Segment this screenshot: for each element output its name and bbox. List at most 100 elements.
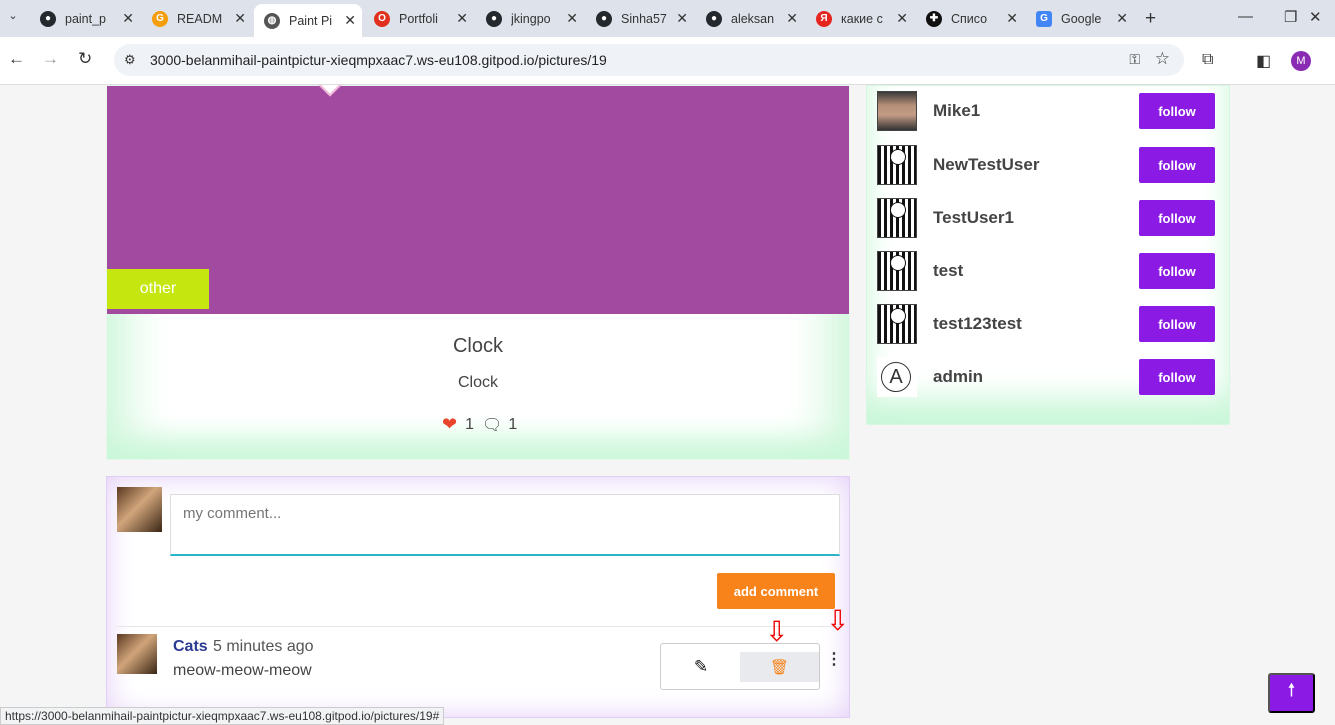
minimize-icon[interactable]: —: [1238, 8, 1253, 25]
user-name[interactable]: admin: [933, 367, 983, 387]
comment-author[interactable]: Cats: [173, 638, 208, 656]
tab-label: aleksan: [731, 11, 775, 26]
plus-circle-icon: ✚: [926, 10, 942, 27]
restore-icon[interactable]: ❐: [1284, 8, 1297, 26]
comment-input[interactable]: [170, 494, 840, 556]
browser-tab[interactable]: Я какие с ✕: [806, 4, 914, 33]
picture-image[interactable]: other: [107, 85, 849, 314]
picture-stats: ❤ 1 🗨 1: [442, 414, 517, 435]
tab-label: READM: [177, 11, 223, 26]
user-name[interactable]: TestUser1: [933, 208, 1014, 228]
user-name[interactable]: test123test: [933, 314, 1022, 334]
profile-avatar[interactable]: M: [1291, 51, 1311, 71]
user-row: TestUser1 follow: [877, 197, 1217, 239]
user-name[interactable]: NewTestUser: [933, 155, 1039, 175]
browser-tab-active[interactable]: ◍ Paint Pi ✕: [254, 4, 362, 37]
user-name[interactable]: Mike1: [933, 101, 980, 121]
key-icon[interactable]: ⚿: [1129, 51, 1140, 68]
close-icon[interactable]: ✕: [896, 10, 908, 27]
category-badge[interactable]: other: [107, 269, 209, 309]
close-icon[interactable]: ✕: [566, 10, 578, 27]
comments-count: 1: [508, 415, 518, 433]
tab-label: какие с: [841, 11, 883, 26]
user-row: test123test follow: [877, 303, 1217, 345]
address-bar[interactable]: ⚙ 3000-belanmihail-paintpictur-xieqmpxaa…: [114, 44, 1184, 76]
browser-tab[interactable]: O Portfoli ✕: [364, 4, 474, 33]
tab-search-dropdown-icon[interactable]: ⌄: [4, 9, 22, 27]
close-icon[interactable]: ✕: [786, 10, 798, 27]
user-avatar[interactable]: [877, 198, 917, 238]
user-row: admin follow: [877, 356, 1217, 398]
user-avatar[interactable]: [877, 91, 917, 131]
browser-tab[interactable]: ● aleksan ✕: [696, 4, 804, 33]
scroll-to-top-button[interactable]: 🠕: [1268, 673, 1315, 713]
trash-icon: 🗑: [769, 659, 790, 676]
browser-toolbar: ← → ↻ ⚙ 3000-belanmihail-paintpictur-xie…: [0, 37, 1335, 85]
heart-icon[interactable]: ❤: [442, 414, 457, 435]
comments-section: add comment Cats 5 minutes ago meow-meow…: [106, 476, 850, 718]
user-avatar[interactable]: [877, 145, 917, 185]
comments-icon[interactable]: 🗨: [482, 415, 502, 435]
annotation-arrow-icon: ⇩: [826, 605, 850, 636]
tab-label: paint_p: [65, 11, 107, 26]
current-user-avatar: [117, 487, 162, 532]
user-avatar[interactable]: [877, 304, 917, 344]
side-panel-icon[interactable]: ◧: [1256, 51, 1271, 71]
site-settings-icon[interactable]: ⚙: [124, 52, 136, 68]
bookmark-star-icon[interactable]: ☆: [1155, 49, 1170, 69]
browser-tab[interactable]: ● paint_p ✕: [30, 4, 140, 33]
browser-tab[interactable]: G Google ✕: [1026, 4, 1134, 33]
reload-icon[interactable]: ↻: [78, 49, 92, 69]
user-row: Mike1 follow: [877, 90, 1217, 132]
comment-text: meow-meow-meow: [173, 662, 312, 679]
follow-button[interactable]: follow: [1139, 200, 1215, 236]
new-tab-plus-icon[interactable]: +: [1145, 8, 1156, 30]
user-avatar[interactable]: [877, 357, 917, 397]
follow-button[interactable]: follow: [1139, 359, 1215, 395]
comment-actions-menu: ✎ 🗑: [660, 643, 820, 690]
close-icon[interactable]: ✕: [1116, 10, 1128, 27]
delete-button[interactable]: 🗑: [740, 652, 819, 682]
close-icon[interactable]: ✕: [234, 10, 246, 27]
address-url[interactable]: 3000-belanmihail-paintpictur-xieqmpxaac7…: [150, 52, 607, 68]
more-options-icon[interactable]: ⋮: [826, 649, 842, 669]
user-avatar[interactable]: [877, 251, 917, 291]
browser-tab[interactable]: ● jkingpo ✕: [476, 4, 584, 33]
yandex-icon: Я: [816, 10, 832, 27]
follow-button[interactable]: follow: [1139, 93, 1215, 129]
close-icon[interactable]: ✕: [676, 10, 688, 27]
follow-button[interactable]: follow: [1139, 147, 1215, 183]
browser-tab[interactable]: ✚ Списо ✕: [916, 4, 1024, 33]
close-icon[interactable]: ✕: [1006, 10, 1018, 27]
back-arrow-icon[interactable]: ←: [8, 49, 25, 69]
edit-icon[interactable]: ✎: [671, 652, 731, 682]
user-name[interactable]: test: [933, 261, 963, 281]
close-icon[interactable]: ✕: [122, 10, 134, 27]
close-icon[interactable]: ✕: [456, 10, 468, 27]
picture-description: Clock: [457, 374, 498, 391]
comment-author-avatar[interactable]: [117, 634, 157, 674]
annotation-arrow-icon: ⇩: [765, 616, 789, 647]
extensions-puzzle-icon[interactable]: ⧉: [1202, 51, 1213, 69]
opera-icon: O: [374, 10, 390, 27]
browser-tab-strip: ⌄ ● paint_p ✕ G READM ✕ ◍ Paint Pi ✕ O P…: [0, 0, 1335, 37]
status-bar-url: https://3000-belanmihail-paintpictur-xie…: [0, 707, 445, 725]
globe-icon: ◍: [264, 12, 280, 29]
window-close-icon[interactable]: ✕: [1309, 8, 1322, 26]
follow-button[interactable]: follow: [1139, 306, 1215, 342]
page-viewport: other Clock Clock ❤ 1 🗨 1 Mike1 follow N…: [0, 85, 1335, 725]
tab-label: Списо: [951, 11, 988, 26]
tab-label: Portfoli: [399, 11, 438, 26]
add-comment-button[interactable]: add comment: [717, 573, 835, 609]
clock-marker-shape: [314, 85, 346, 97]
user-row: test follow: [877, 250, 1217, 292]
forward-arrow-icon[interactable]: →: [42, 49, 59, 69]
follow-button[interactable]: follow: [1139, 253, 1215, 289]
browser-tab[interactable]: ● Sinha57 ✕: [586, 4, 694, 33]
close-icon[interactable]: ✕: [344, 12, 356, 29]
browser-tab[interactable]: G READM ✕: [142, 4, 252, 33]
picture-card: other Clock Clock ❤ 1 🗨 1: [106, 85, 850, 460]
user-row: NewTestUser follow: [877, 144, 1217, 186]
github-icon: ●: [486, 10, 502, 27]
divider: [117, 626, 841, 627]
